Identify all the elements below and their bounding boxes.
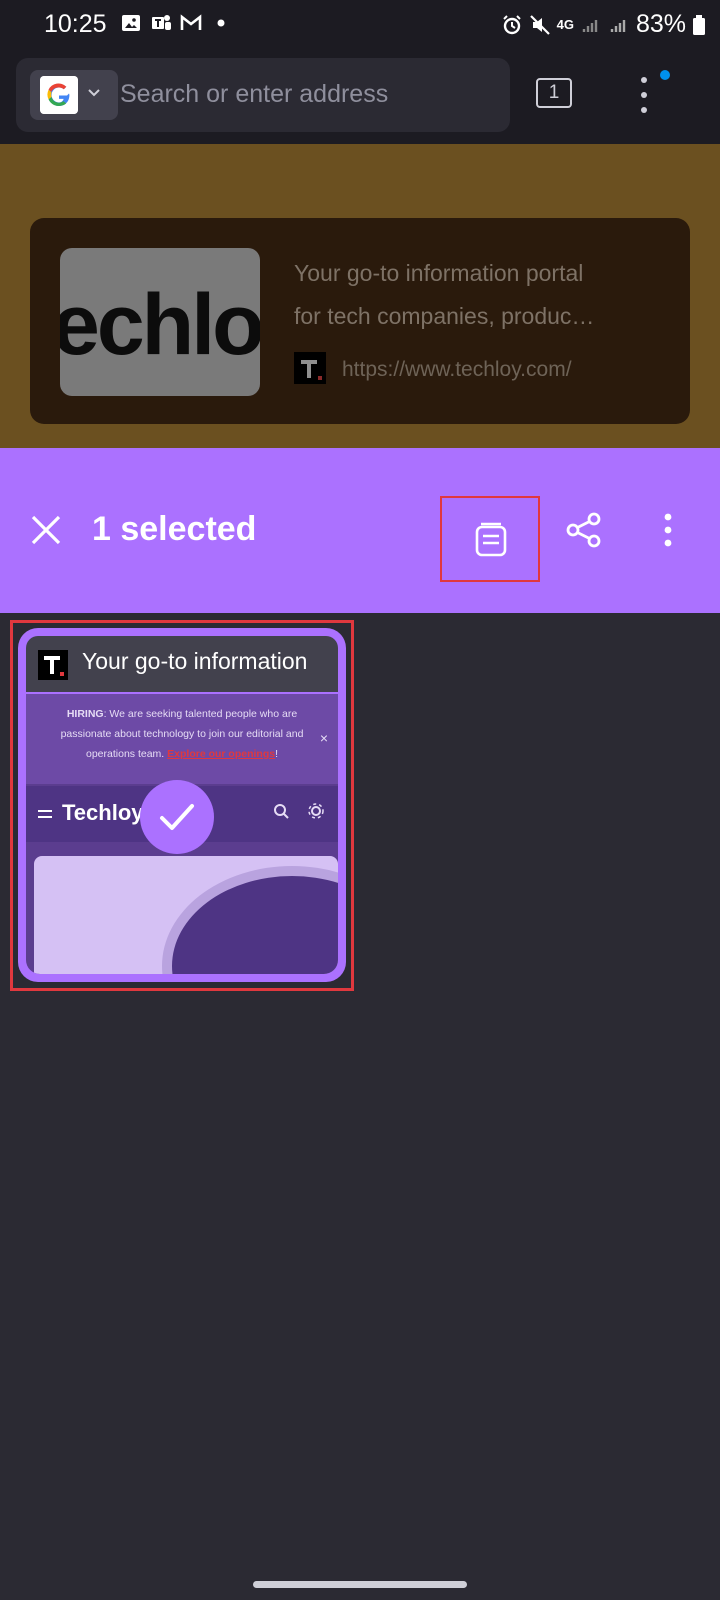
notification-icons: [120, 12, 232, 34]
hero-image: [34, 856, 338, 974]
battery-percent: 83%: [635, 10, 686, 38]
link-thumbnail: echlo: [60, 248, 260, 396]
tab-card[interactable]: Your go-to information HIRING: We are se…: [18, 628, 346, 982]
teams-icon: [152, 15, 171, 30]
search-input-placeholder: Search or enter address: [120, 80, 389, 108]
google-icon: [40, 76, 78, 114]
techloy-favicon: [38, 650, 68, 680]
banner-close-icon: ×: [319, 730, 328, 746]
home-indicator[interactable]: [253, 1581, 467, 1588]
link-preview-card: echlo Your go-to information portal for …: [30, 218, 690, 424]
collection-icon: [475, 522, 507, 557]
thumbnail-logo-text: echlo: [60, 277, 260, 373]
battery-icon: [693, 14, 705, 35]
alarm-icon: [502, 14, 521, 34]
link-url: https://www.techloy.com/: [342, 358, 572, 381]
chevron-down-icon: [88, 89, 100, 97]
browser-toolbar: Search or enter address 1: [0, 48, 720, 144]
hamburger-icon: [38, 810, 52, 818]
signal-icon: [582, 19, 598, 32]
site-logo: Techloy: [62, 800, 144, 825]
menu-icon[interactable]: [632, 72, 656, 118]
search-engine-selector[interactable]: [30, 70, 118, 120]
tabs-grid: Your go-to information HIRING: We are se…: [0, 613, 720, 1600]
tab-card-header: Your go-to information: [26, 636, 338, 692]
address-bar[interactable]: Search or enter address: [16, 58, 510, 132]
gmail-icon: [180, 14, 202, 30]
hero-product-shape: [162, 866, 338, 974]
mute-icon: [529, 14, 550, 35]
gallery-icon: [122, 15, 140, 31]
hiring-banner: HIRING: We are seeking talented people w…: [26, 694, 338, 784]
link-description: Your go-to information portal for tech c…: [294, 260, 595, 329]
webpage-background: echlo Your go-to information portal for …: [0, 144, 720, 448]
page-heading-fragment: [26, 144, 35, 165]
site-search-settings-icons: [274, 803, 324, 819]
close-icon[interactable]: [28, 512, 64, 548]
network-type: 4G: [556, 17, 574, 32]
tabs-counter-button[interactable]: 1: [536, 78, 572, 108]
more-options-icon[interactable]: [664, 512, 672, 548]
techloy-favicon: [294, 352, 326, 384]
system-icons: 4G 83%: [501, 10, 706, 39]
update-badge: [660, 70, 670, 80]
status-time: 10:25: [44, 10, 107, 38]
tab-title: Your go-to information: [82, 648, 308, 674]
save-to-collection-button[interactable]: [440, 496, 540, 582]
more-notifications-icon: [217, 19, 225, 27]
selected-count-label: 1 selected: [92, 510, 257, 548]
signal-icon-2: [610, 19, 626, 32]
selected-check-icon: [140, 780, 214, 854]
share-icon[interactable]: [566, 512, 602, 548]
selection-toolbar: 1 selected: [0, 448, 720, 613]
status-bar: 10:25 4G 83%: [0, 0, 720, 48]
